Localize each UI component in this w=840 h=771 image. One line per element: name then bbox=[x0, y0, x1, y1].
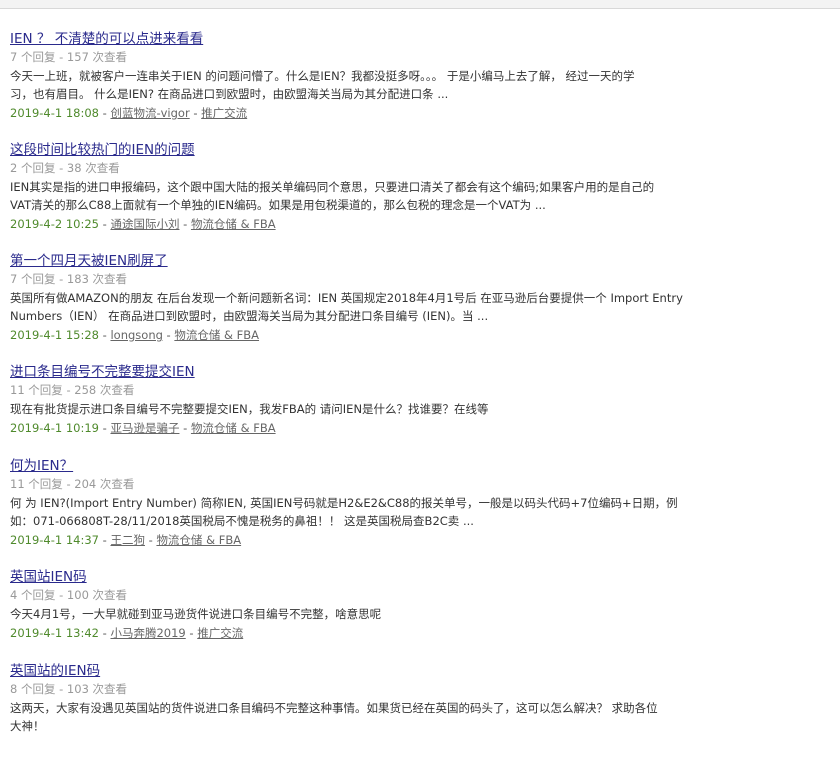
snippet-line: 如：071-066808T-28/11/2018英国税局不愧是税务的鼻祖！！ 这… bbox=[10, 514, 474, 528]
snippet-line: IEN其实是指的进口申报编码，这个跟中国大陆的报关单编码同个意思，只要进口清关了… bbox=[10, 180, 655, 194]
result-title-link[interactable]: 进口条目编号不完整要提交IEN bbox=[10, 363, 195, 381]
post-date: 2019-4-1 14:37 bbox=[10, 533, 99, 547]
result-title-link[interactable]: 这段时间比较热门的IEN的问题 bbox=[10, 141, 195, 159]
snippet-line: 今天一上班，就被客户一连串关于IEN 的问题问懵了。什么是IEN？我都没挺多呀。… bbox=[10, 69, 635, 83]
top-toolbar-strip bbox=[0, 0, 840, 9]
result-stats: 4 个回复 - 100 次查看 bbox=[10, 588, 128, 602]
author-link[interactable]: 亚马逊是骗子 bbox=[110, 421, 179, 435]
result-snippet: 今天一上班，就被客户一连串关于IEN 的问题问懵了。什么是IEN？我都没挺多呀。… bbox=[10, 67, 700, 103]
search-results-list: IEN ？ 不清楚的可以点进来看看 7 个回复 - 157 次查看今天一上班，就被… bbox=[10, 28, 700, 771]
result-title-link[interactable]: 英国站的IEN码 bbox=[10, 662, 100, 680]
post-date: 2019-4-1 13:42 bbox=[10, 626, 99, 640]
result-meta: 2019-4-1 14:37 - 王二狗 - 物流仓储 & FBA bbox=[10, 533, 242, 547]
post-date: 2019-4-1 18:08 bbox=[10, 106, 99, 120]
result-stats: 7 个回复 - 157 次查看 bbox=[10, 50, 128, 64]
result-title-link[interactable]: 英国站IEN码 bbox=[10, 568, 87, 586]
snippet-line: Numbers（IEN） 在商品进口到欧盟时，由欧盟海关当局为其分配进口条目编号… bbox=[10, 309, 489, 323]
author-link[interactable]: 通途国际小刘 bbox=[110, 217, 179, 231]
result-stats: 11 个回复 - 204 次查看 bbox=[10, 477, 135, 491]
forum-link[interactable]: 推广交流 bbox=[201, 106, 247, 120]
search-result-item: IEN ？ 不清楚的可以点进来看看 7 个回复 - 157 次查看今天一上班，就被… bbox=[10, 28, 700, 139]
result-stats: 2 个回复 - 38 次查看 bbox=[10, 161, 120, 175]
search-result-item: 进口条目编号不完整要提交IEN 11 个回复 - 258 次查看现在有批货提示进口… bbox=[10, 361, 700, 455]
search-result-item: 这段时间比较热门的IEN的问题 2 个回复 - 38 次查看 IEN其实是指的进口申… bbox=[10, 139, 700, 250]
result-meta: 2019-4-2 10:25 - 通途国际小刘 - 物流仓储 & FBA bbox=[10, 217, 276, 231]
search-result-item: 英国站IEN码 4 个回复 - 100 次查看今天4月1号，一大早就碰到亚马逊货件… bbox=[10, 566, 700, 660]
post-date: 2019-4-1 10:19 bbox=[10, 421, 99, 435]
result-snippet: 现在有批货提示进口条目编号不完整要提交IEN，我发FBA的 请问IEN是什么？找… bbox=[10, 400, 700, 418]
snippet-line: 何 为 IEN?(Import Entry Number) 简称IEN, 英国I… bbox=[10, 496, 678, 510]
result-snippet: IEN其实是指的进口申报编码，这个跟中国大陆的报关单编码同个意思，只要进口清关了… bbox=[10, 178, 700, 214]
forum-link[interactable]: 物流仓储 & FBA bbox=[191, 421, 276, 435]
post-date: 2019-4-1 15:28 bbox=[10, 328, 99, 342]
result-stats: 8 个回复 - 103 次查看 bbox=[10, 682, 128, 696]
forum-link[interactable]: 物流仓储 & FBA bbox=[174, 328, 259, 342]
result-title-link[interactable]: 第一个四月天被IEN刷屏了 bbox=[10, 252, 168, 270]
search-result-item: 何为IEN？ 11 个回复 - 204 次查看何 为 IEN?(Import En… bbox=[10, 455, 700, 566]
snippet-line: 大神！ bbox=[10, 719, 45, 733]
snippet-line: 这两天，大家有没遇见英国站的货件说进口条目编码不完整这种事情。如果货已经在英国的… bbox=[10, 701, 658, 715]
forum-link[interactable]: 物流仓储 & FBA bbox=[156, 533, 241, 547]
forum-link[interactable]: 推广交流 bbox=[197, 626, 243, 640]
result-title-link[interactable]: 何为IEN？ bbox=[10, 457, 73, 475]
snippet-line: 习，也有眉目。 什么是IEN? 在商品进口到欧盟时，由欧盟海关当局为其分配进口条… bbox=[10, 87, 449, 101]
result-title-link[interactable]: IEN ？ 不清楚的可以点进来看看 bbox=[10, 30, 203, 48]
author-link[interactable]: 小马奔腾2019 bbox=[110, 626, 185, 640]
result-snippet: 何 为 IEN?(Import Entry Number) 简称IEN, 英国I… bbox=[10, 494, 700, 530]
result-meta: 2019-4-1 15:28 - longsong - 物流仓储 & FBA bbox=[10, 328, 260, 342]
snippet-line: 今天4月1号，一大早就碰到亚马逊货件说进口条目编号不完整，啥意思呢 bbox=[10, 607, 382, 621]
result-stats: 11 个回复 - 258 次查看 bbox=[10, 383, 135, 397]
result-stats: 7 个回复 - 183 次查看 bbox=[10, 272, 128, 286]
result-meta: 2019-4-1 10:19 - 亚马逊是骗子 - 物流仓储 & FBA bbox=[10, 421, 276, 435]
post-date: 2019-4-2 10:25 bbox=[10, 217, 99, 231]
forum-link[interactable]: 物流仓储 & FBA bbox=[191, 217, 276, 231]
search-result-item: 第一个四月天被IEN刷屏了 7 个回复 - 183 次查看英国所有做AMAZON的… bbox=[10, 250, 700, 361]
result-snippet: 这两天，大家有没遇见英国站的货件说进口条目编码不完整这种事情。如果货已经在英国的… bbox=[10, 699, 700, 735]
snippet-line: 现在有批货提示进口条目编号不完整要提交IEN，我发FBA的 请问IEN是什么？找… bbox=[10, 402, 489, 416]
search-result-item: 英国站的IEN码 8 个回复 - 103 次查看这两天，大家有没遇见英国站的货件说… bbox=[10, 660, 700, 771]
author-link[interactable]: 王二狗 bbox=[110, 533, 145, 547]
result-meta: 2019-4-1 18:08 - 创蓝物流-vigor - 推广交流 bbox=[10, 106, 248, 120]
author-link[interactable]: longsong bbox=[110, 328, 162, 342]
author-link[interactable]: 创蓝物流-vigor bbox=[110, 106, 189, 120]
result-snippet: 英国所有做AMAZON的朋友 在后台发现一个新问题新名词：IEN 英国规定201… bbox=[10, 289, 700, 325]
snippet-line: 英国所有做AMAZON的朋友 在后台发现一个新问题新名词：IEN 英国规定201… bbox=[10, 291, 683, 305]
result-snippet: 今天4月1号，一大早就碰到亚马逊货件说进口条目编号不完整，啥意思呢 bbox=[10, 605, 700, 623]
snippet-line: VAT清关的那么C88上面就有一个单独的IEN编码。如果是用包税渠道的，那么包税… bbox=[10, 198, 546, 212]
result-meta: 2019-4-1 13:42 - 小马奔腾2019 - 推广交流 bbox=[10, 626, 244, 640]
